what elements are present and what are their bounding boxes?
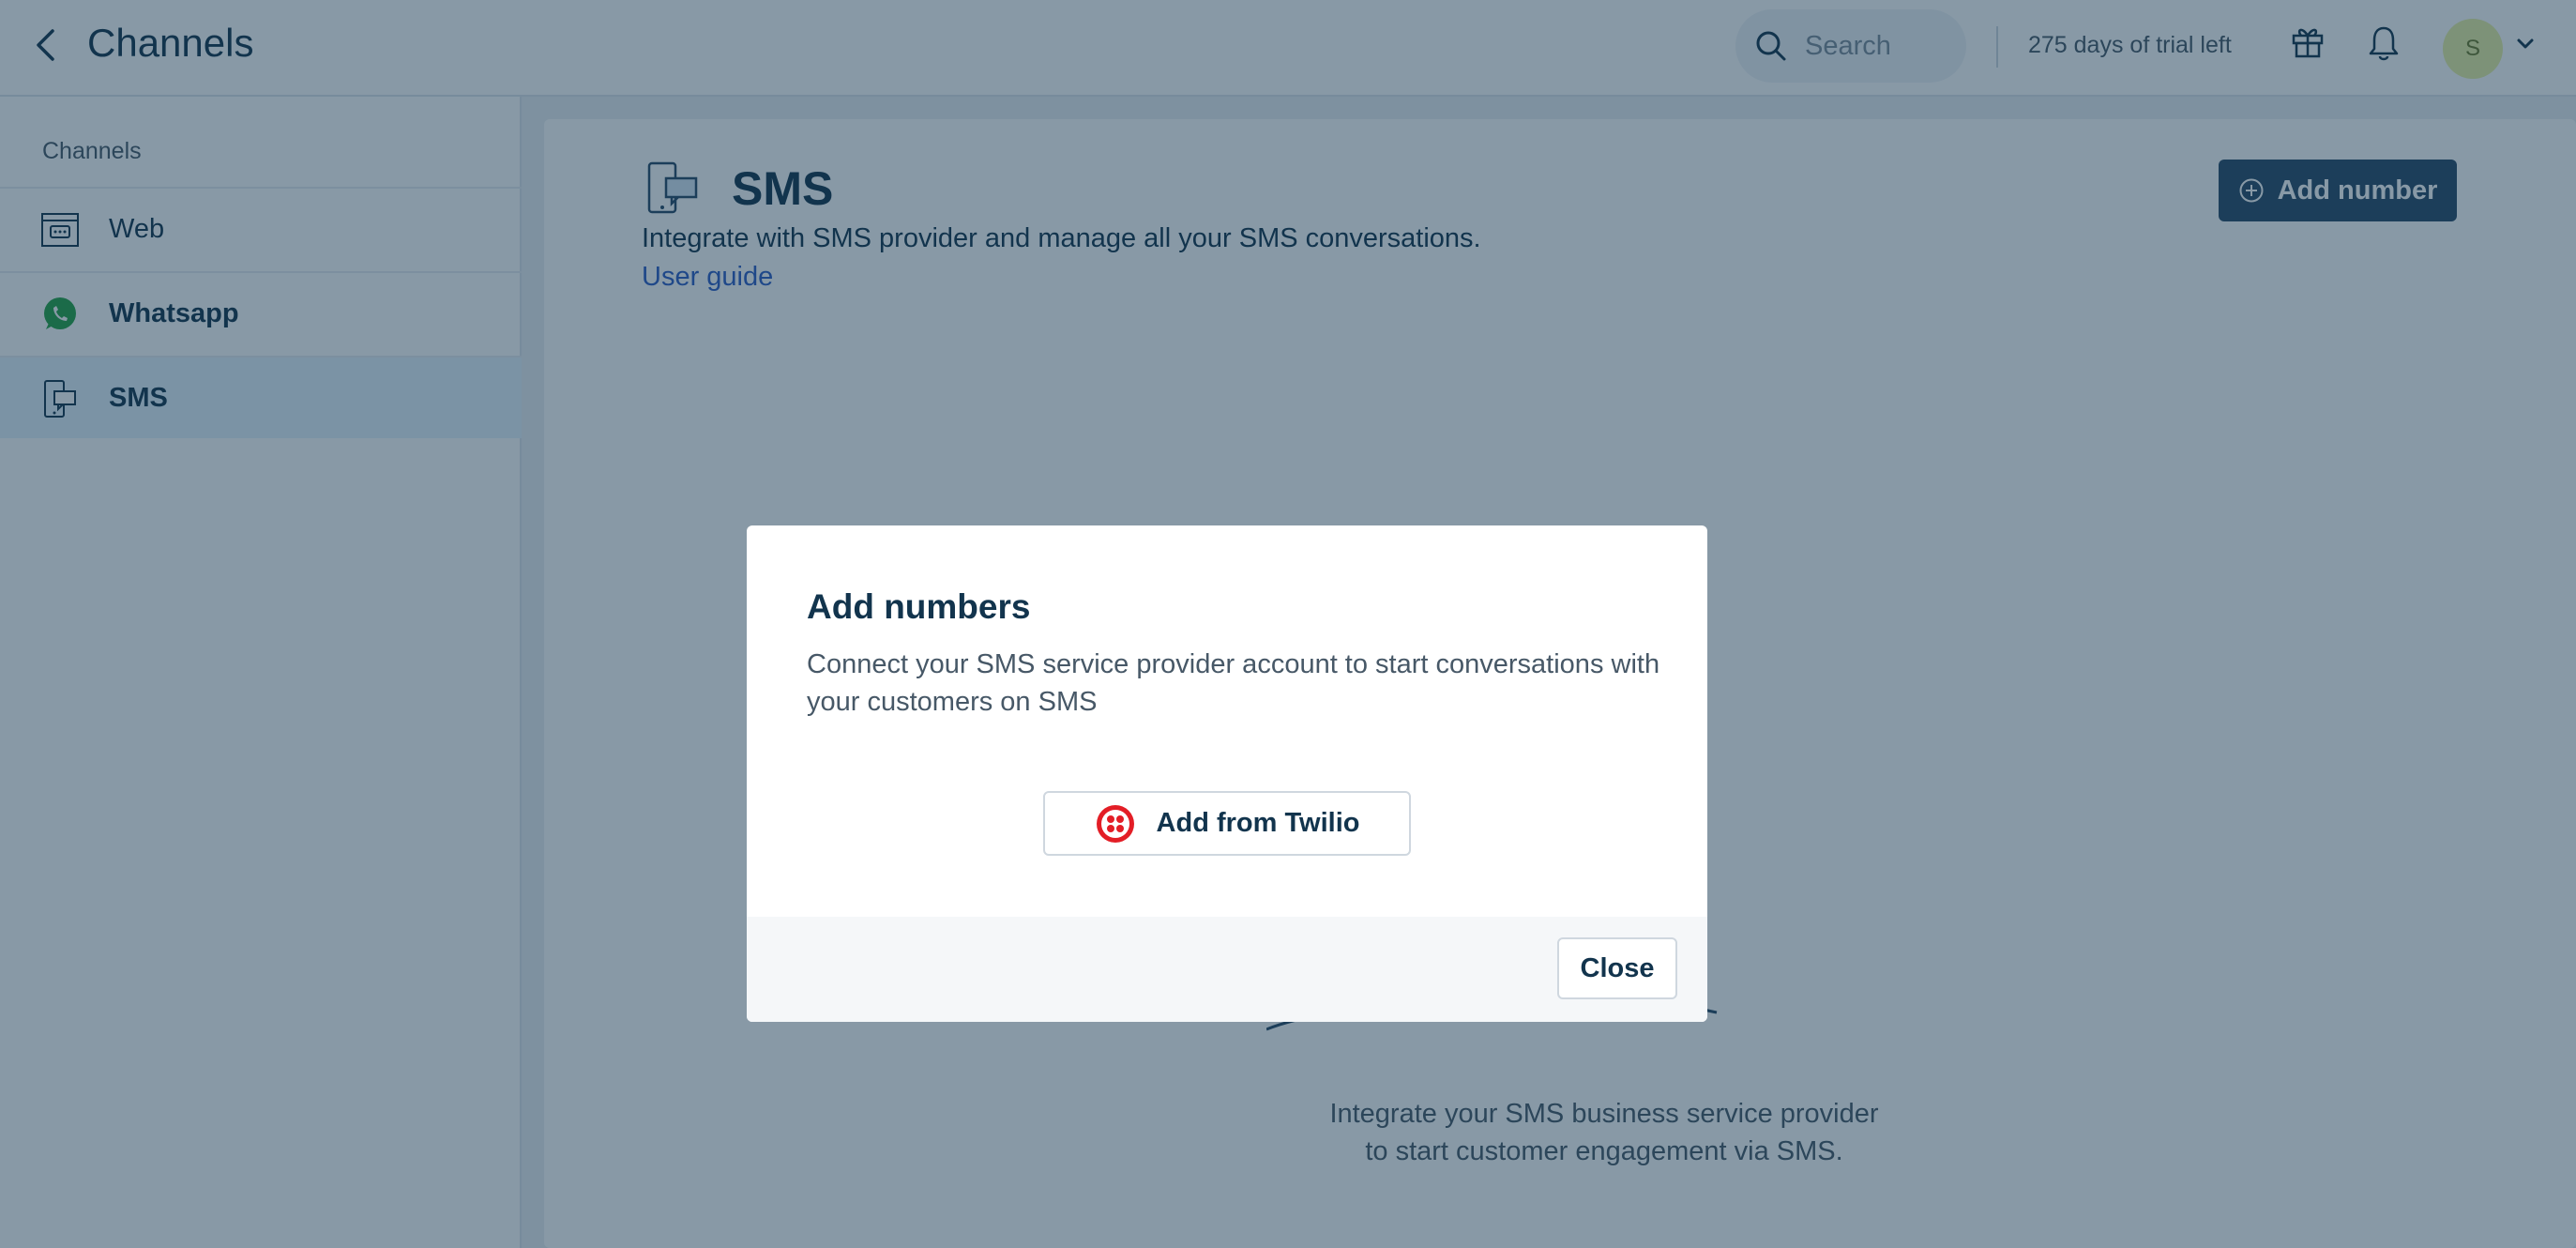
modal-title: Add numbers bbox=[807, 587, 1031, 626]
modal-footer: Close bbox=[747, 917, 1707, 1022]
app-root: Channels 275 days of trial left bbox=[0, 0, 2576, 1248]
close-button[interactable]: Close bbox=[1557, 937, 1677, 999]
add-numbers-modal: Add numbers Connect your SMS service pro… bbox=[747, 525, 1707, 1022]
add-from-twilio-button[interactable]: Add from Twilio bbox=[1043, 791, 1411, 856]
modal-description: Connect your SMS service provider accoun… bbox=[807, 649, 1660, 717]
twilio-button-label: Add from Twilio bbox=[1156, 808, 1360, 838]
twilio-logo-icon bbox=[1096, 804, 1134, 843]
